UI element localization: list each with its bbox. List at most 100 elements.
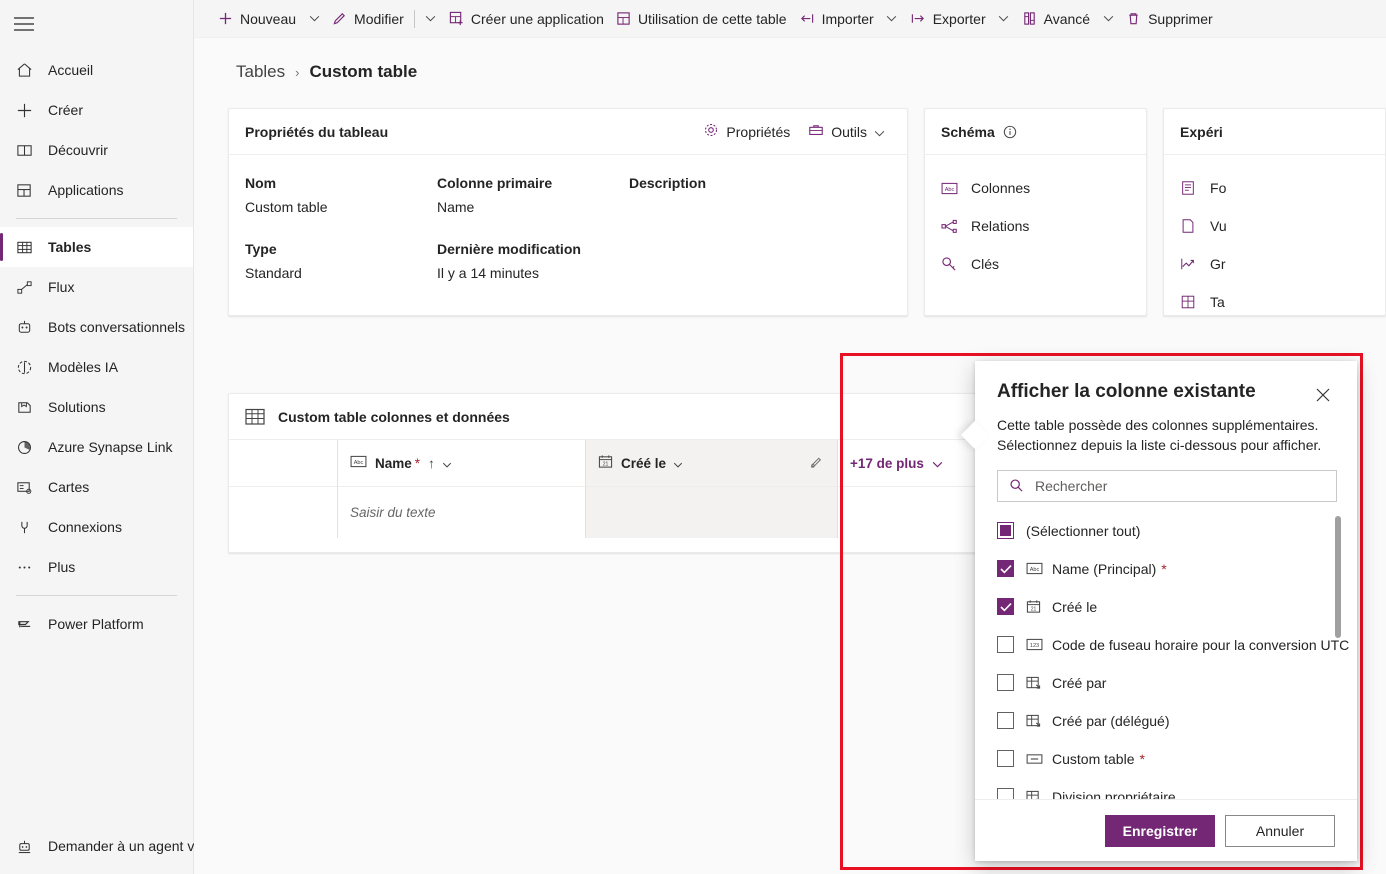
edit-column-icon[interactable] [809,454,825,473]
unique-id-icon [1026,753,1044,765]
sidebar-item-accueil[interactable]: Accueil [0,50,193,90]
experience-item-tableaux-de-bord[interactable]: Ta [1180,283,1369,321]
schema-item-label: Colonnes [971,180,1031,196]
checkbox-checked[interactable] [997,560,1014,578]
sidebar-item-power-platform[interactable]: Power Platform [0,604,193,644]
grid-cell-created-on[interactable] [585,486,837,538]
checkbox-checked[interactable] [997,598,1014,616]
sidebar-item-label: Découvrir [48,142,108,158]
sidebar-item-bots[interactable]: Bots conversationnels [0,307,193,347]
chevron-down-icon[interactable] [442,456,452,471]
prop-label-empty [629,241,891,265]
app-icon [449,11,464,26]
breadcrumb-root[interactable]: Tables [236,62,285,82]
option-cree-par[interactable]: Créé par [997,664,1357,702]
prop-value-derniere-modification: Il y a 14 minutes [437,265,539,281]
grid-cell-select[interactable] [229,486,337,538]
lookup-icon [1026,714,1044,728]
dialog-footer: Enregistrer Annuler [975,799,1357,861]
dialog-description: Cette table possède des colonnes supplém… [997,417,1322,454]
chevron-down-icon [932,456,943,471]
sidebar-item-creer[interactable]: Créer [0,90,193,130]
checkbox-unchecked[interactable] [997,712,1014,730]
option-division-proprietaire[interactable]: Division propriétaire [997,778,1357,799]
experience-item-label: Fo [1210,180,1227,196]
scrollbar-thumb[interactable] [1335,515,1341,638]
schema-item-cles[interactable]: Clés [941,245,1130,283]
command-nouveau[interactable]: Nouveau [212,3,302,35]
close-icon[interactable] [1309,381,1337,409]
checkbox-unchecked[interactable] [997,788,1014,799]
option-cree-par-delegue[interactable]: Créé par (délégué) [997,702,1357,740]
command-utilisation-de-cette-table[interactable]: Utilisation de cette table [610,3,793,35]
experience-item-graphiques[interactable]: Gr [1180,245,1369,283]
info-icon[interactable] [1003,125,1017,139]
command-avance-caret[interactable] [1096,3,1120,35]
option-name-principal[interactable]: Abc Name (Principal) * [997,550,1357,588]
sidebar-item-plus[interactable]: Plus [0,547,193,587]
lookup-icon [1026,676,1044,690]
save-button[interactable]: Enregistrer [1105,814,1215,847]
page-title: Propriétés du tableau [245,123,389,140]
sidebar-item-cartes[interactable]: Cartes [0,467,193,507]
proprietes-button[interactable]: Propriétés [697,118,796,145]
sidebar-item-flux[interactable]: Flux [0,267,193,307]
checkbox-unchecked[interactable] [997,674,1014,692]
sidebar-item-modeles-ia[interactable]: Modèles IA [0,347,193,387]
option-cree-le[interactable]: 21 Créé le [997,588,1357,626]
command-label: Utilisation de cette table [637,10,787,27]
breadcrumb-current: Custom table [309,62,418,81]
options-scrollbar[interactable] [1335,515,1341,774]
grid-column-created-on: 21 Créé le [585,440,837,552]
sidebar-item-tables[interactable]: Tables [0,227,193,267]
option-custom-table[interactable]: Custom table * [997,740,1357,778]
prop-value-nom: Custom table [245,199,328,215]
command-nouveau-caret[interactable] [302,3,326,35]
view-icon [1180,218,1198,234]
sidebar-item-virtual-agent[interactable]: Demander à un agent virt [0,826,194,866]
more-columns-chip[interactable]: +17 de plus [850,456,943,471]
key-icon [941,256,959,272]
command-supprimer[interactable]: Supprimer [1120,3,1219,35]
checkbox-unchecked[interactable] [997,636,1014,654]
command-exporter-caret[interactable] [992,3,1016,35]
option-label: Division propriétaire [1052,788,1176,799]
sidebar-item-applications[interactable]: Applications [0,170,193,210]
grid-header-name[interactable]: Abc Name * ↑ [337,440,585,486]
checkbox-partial[interactable] [997,522,1014,540]
command-avance[interactable]: Avancé [1016,3,1096,35]
command-importer-caret[interactable] [880,3,904,35]
schema-item-colonnes[interactable]: Abc Colonnes [941,169,1130,207]
sidebar-item-decouvrir[interactable]: Découvrir [0,130,193,170]
option-select-all[interactable]: (Sélectionner tout) [997,512,1357,550]
checkbox-unchecked[interactable] [997,750,1014,768]
menu-icon[interactable] [0,0,48,48]
search-box[interactable] [997,469,1337,502]
command-creer-une-application[interactable]: Créer une application [443,3,610,35]
option-label: Créé par (délégué) [1052,712,1170,729]
toolbox-icon [808,122,824,141]
grid-header-created-on[interactable]: 21 Créé le [585,440,837,486]
grid-cell-name[interactable]: Saisir du texte [337,486,585,538]
cancel-button[interactable]: Annuler [1225,814,1335,847]
search-input[interactable] [1033,476,1328,495]
sidebar-item-connexions[interactable]: Connexions [0,507,193,547]
sidebar-item-azure-synapse-link[interactable]: Azure Synapse Link [0,427,193,467]
command-label: Nouveau [240,10,297,27]
sidebar-item-label: Tables [48,239,92,255]
svg-text:21: 21 [603,462,609,468]
command-exporter[interactable]: Exporter [904,3,992,35]
outils-button[interactable]: Outils [802,118,891,145]
chevron-down-icon[interactable] [673,456,683,471]
experience-item-formulaires[interactable]: Fo [1180,169,1369,207]
option-label: Code de fuseau horaire pour la conversio… [1052,636,1350,653]
schema-item-relations[interactable]: Relations [941,207,1130,245]
sort-ascending-icon[interactable]: ↑ [428,456,435,471]
sidebar-item-solutions[interactable]: Solutions [0,387,193,427]
experience-item-vues[interactable]: Vu [1180,207,1369,245]
command-importer[interactable]: Importer [793,3,880,35]
option-code-fuseau-horaire[interactable]: 123 Code de fuseau horaire pour la conve… [997,626,1357,664]
command-modifier[interactable]: Modifier [326,3,410,35]
plus-icon [218,11,233,26]
command-modifier-caret[interactable] [419,3,443,35]
